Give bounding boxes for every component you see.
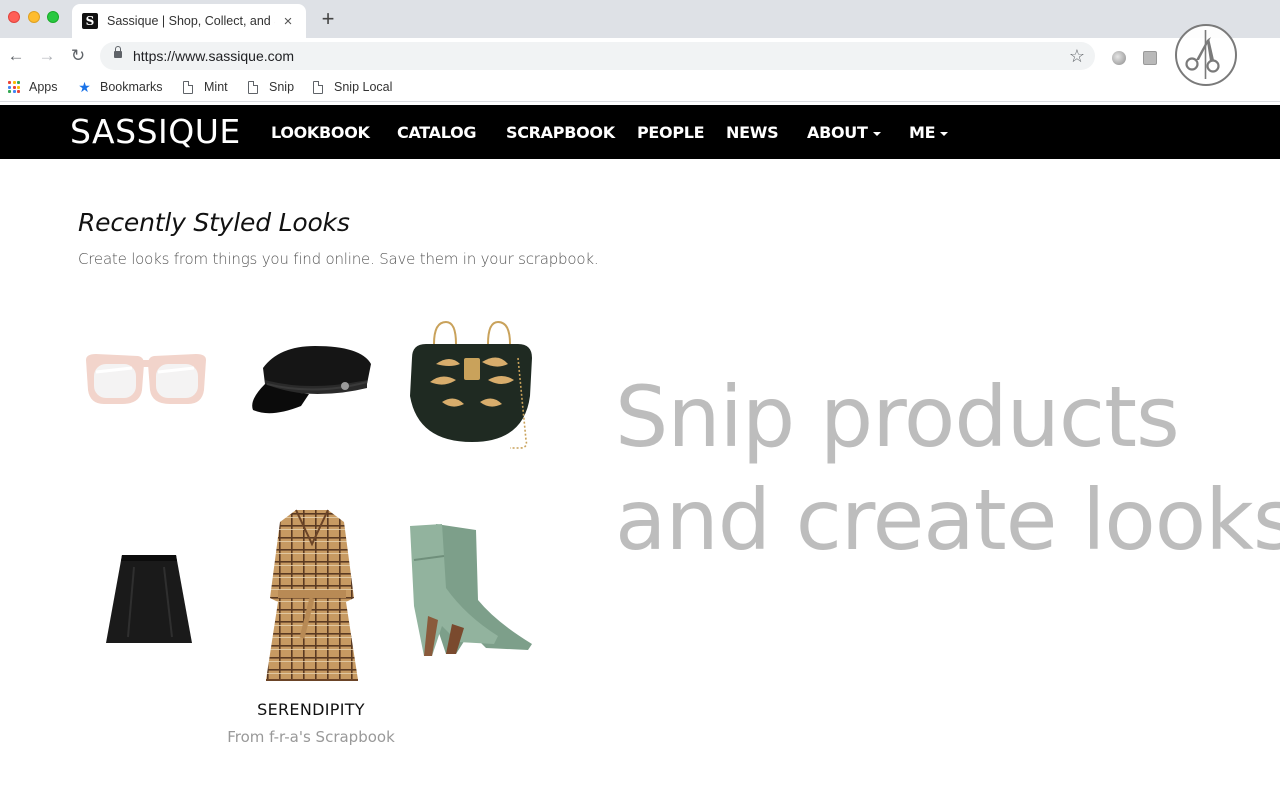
nav-lookbook[interactable]: LOOKBOOK (271, 123, 370, 143)
nav-me[interactable]: ME (909, 123, 949, 143)
sassique-logo[interactable]: SASSIQUE (70, 112, 241, 152)
reload-icon[interactable]: ↻ (66, 44, 90, 68)
nav-scrapbook[interactable]: SCRAPBOOK (506, 123, 615, 143)
look-from-prefix: From (227, 728, 270, 746)
browser-toolbar: ← → ↻ https://www.sassique.com ☆ ↑ (0, 38, 1280, 101)
bookmark-label: Snip (269, 80, 295, 94)
back-arrow-icon[interactable]: ← (4, 44, 28, 68)
hero-line-2: and create looks (615, 471, 1280, 569)
product-ankle-boots[interactable] (406, 520, 536, 665)
minimize-window-button[interactable] (28, 11, 40, 23)
lock-icon[interactable] (114, 46, 122, 58)
bookmark-snip[interactable]: Snip (248, 80, 294, 94)
nav-people[interactable]: PEOPLE (637, 123, 705, 143)
extension-box-icon[interactable] (1143, 51, 1157, 65)
product-trench-coat[interactable] (262, 508, 362, 689)
hero-tagline: Snip products and create looks (615, 366, 1280, 572)
nav-about[interactable]: ABOUT (807, 123, 881, 143)
star-icon: ★ (78, 78, 91, 95)
section-title: Recently Styled Looks (78, 208, 350, 237)
page-icon (313, 80, 323, 94)
new-tab-button[interactable]: + (318, 8, 338, 30)
tab-title: Sassique | Shop, Collect, and S (107, 14, 275, 28)
look-name[interactable]: SERENDIPITY (211, 700, 411, 719)
tab-close-icon[interactable]: × (281, 14, 295, 29)
browser-tab[interactable]: S Sassique | Shop, Collect, and S × (72, 4, 306, 38)
nav-catalog[interactable]: CATALOG (397, 123, 477, 143)
bookmark-label: Snip Local (334, 80, 393, 94)
product-handbag[interactable] (406, 318, 538, 457)
page-icon (248, 80, 258, 94)
scissors-icon (1185, 30, 1220, 79)
snip-scissors-icon[interactable] (1175, 24, 1237, 86)
sassique-favicon-icon: S (82, 13, 98, 29)
bookmark-label: Bookmarks (100, 80, 163, 94)
browser-tab-bar: S Sassique | Shop, Collect, and S × + (0, 0, 1280, 38)
close-window-button[interactable] (8, 11, 20, 23)
nav-about-label: ABOUT (807, 123, 868, 142)
look-attribution: From f-r-a's Scrapbook (211, 728, 411, 746)
extension-circle-icon[interactable] (1112, 51, 1126, 65)
product-cap[interactable] (249, 344, 375, 425)
nav-me-label: ME (909, 123, 936, 142)
maximize-window-button[interactable] (47, 11, 59, 23)
bookmark-label: Apps (29, 80, 58, 94)
bookmarks-bar: Apps ★ Bookmarks Mint Snip Snip Local (0, 74, 1280, 102)
bookmark-apps[interactable]: Apps (8, 80, 58, 94)
product-sunglasses[interactable] (82, 352, 210, 413)
page-icon (183, 80, 193, 94)
bookmark-star-icon[interactable]: ☆ (1069, 45, 1085, 67)
bookmark-bookmarks[interactable]: ★ Bookmarks (78, 78, 163, 95)
bookmark-label: Mint (204, 80, 228, 94)
nav-news[interactable]: NEWS (726, 123, 779, 143)
url-text[interactable]: https://www.sassique.com (133, 48, 294, 64)
section-subtitle: Create looks from things you find online… (78, 250, 599, 268)
forward-arrow-icon[interactable]: → (35, 44, 59, 68)
product-skirt[interactable] (104, 553, 194, 652)
chevron-down-icon (940, 131, 949, 136)
address-bar[interactable]: https://www.sassique.com ☆ (100, 42, 1095, 70)
bookmark-snip-local[interactable]: Snip Local (313, 80, 392, 94)
scrapbook-link[interactable]: f-r-a's Scrapbook (269, 728, 395, 746)
apps-grid-icon (8, 81, 20, 93)
bookmark-mint[interactable]: Mint (183, 80, 228, 94)
site-navbar: SASSIQUE LOOKBOOK CATALOG SCRAPBOOK PEOP… (0, 105, 1280, 159)
chevron-down-icon (872, 131, 881, 136)
hero-line-1: Snip products (615, 368, 1180, 466)
